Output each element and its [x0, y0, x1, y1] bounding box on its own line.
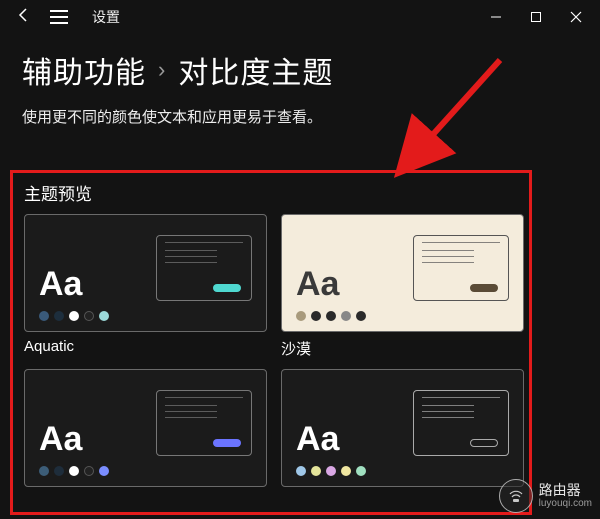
- theme-grid: Aa Aquatic Aa 沙: [24, 214, 524, 487]
- page-subtitle: 使用更不同的颜色使文本和应用更易于查看。: [0, 102, 600, 145]
- sample-text: Aa: [39, 422, 82, 456]
- page-title: 对比度主题: [178, 48, 333, 92]
- app-title: 设置: [92, 7, 120, 27]
- breadcrumb: 辅助功能 › 对比度主题: [0, 34, 600, 102]
- theme-card[interactable]: Aa: [24, 369, 267, 487]
- titlebar: 设置: [0, 0, 600, 34]
- color-swatches: [296, 466, 509, 476]
- maximize-button[interactable]: [516, 2, 556, 32]
- window-preview-icon: [413, 390, 509, 456]
- close-button[interactable]: [556, 2, 596, 32]
- watermark-name: 路由器: [539, 483, 592, 498]
- theme-label: Aquatic: [24, 338, 267, 355]
- theme-card[interactable]: Aa: [281, 214, 524, 332]
- window-preview-icon: [156, 235, 252, 301]
- router-icon: [499, 479, 533, 513]
- sample-text: Aa: [296, 422, 339, 456]
- watermark: 路由器 luyouqi.com: [499, 479, 592, 513]
- watermark-domain: luyouqi.com: [539, 498, 592, 509]
- chevron-right-icon: ›: [158, 57, 166, 83]
- theme-card[interactable]: Aa: [281, 369, 524, 487]
- window-preview-icon: [156, 390, 252, 456]
- theme-card[interactable]: Aa: [24, 214, 267, 332]
- sample-text: Aa: [296, 267, 339, 301]
- breadcrumb-parent[interactable]: 辅助功能: [22, 48, 146, 92]
- color-swatches: [39, 311, 252, 321]
- sample-text: Aa: [39, 267, 82, 301]
- minimize-button[interactable]: [476, 2, 516, 32]
- window-preview-icon: [413, 235, 509, 301]
- color-swatches: [39, 466, 252, 476]
- color-swatches: [296, 311, 509, 321]
- menu-icon[interactable]: [50, 10, 68, 24]
- section-label: 主题预览: [24, 180, 92, 205]
- back-icon[interactable]: [16, 7, 32, 28]
- theme-label: 沙漠: [281, 338, 524, 359]
